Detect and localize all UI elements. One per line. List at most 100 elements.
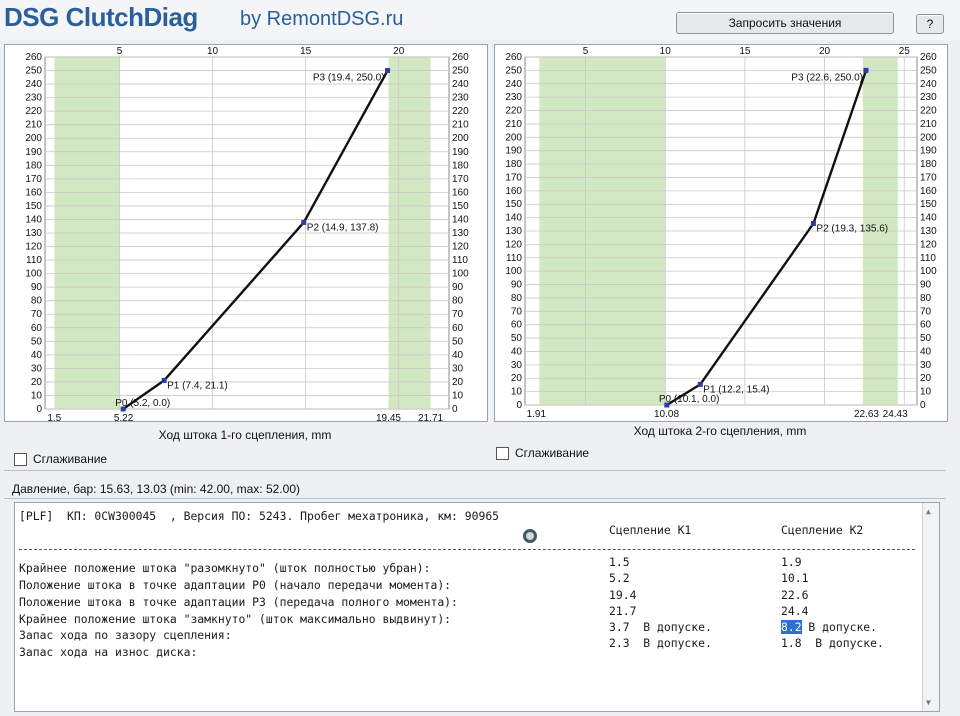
checkbox-box[interactable] [14,452,27,466]
column-header-k1: Сцепление К1 [609,523,692,537]
y-tick-label-right: 230 [452,93,469,104]
y-tick-label-left: 130 [25,228,42,239]
y-tick-label-right: 260 [452,52,469,63]
y-tick-label-left: 230 [25,93,42,104]
report-row-label: Положение штока в точке адаптации P3 (пе… [19,595,458,609]
y-tick-label-left: 240 [505,79,522,90]
y-tick-label-left: 120 [25,242,42,253]
curve-point [863,67,869,73]
y-tick-label-left: 210 [25,120,42,131]
clutch1-chart: 0 0 10 10 20 20 30 30 40 40 50 50 60 60 70 70 80 80 90 90 10… [4,44,488,424]
report-row-k2: 22.6 [781,588,809,602]
scroll-down-arrow-icon[interactable]: ▼ [926,698,931,707]
y-tick-label-right: 230 [920,92,937,103]
report-row-label: Крайнее положение штока "замкнуто" (шток… [19,612,452,626]
y-tick-label-left: 20 [31,377,43,388]
clutch2-x-axis-label: Ход штока 2-го сцепления, mm [633,424,807,438]
divider [4,470,946,471]
y-tick-label-left: 190 [25,147,42,158]
y-tick-label-right: 110 [920,253,936,264]
y-tick-label-left: 50 [31,336,43,347]
y-tick-label-right: 80 [920,293,932,304]
request-values-button[interactable]: Запросить значения [676,12,894,34]
y-tick-label-right: 140 [452,214,469,225]
y-tick-label-right: 60 [920,320,932,331]
y-tick-label-right: 180 [920,159,937,170]
x-marker-label: 22.63 [854,409,879,420]
report-row-k1: 19.4 [609,588,637,602]
app-title: DSG ClutchDiag [4,2,198,32]
curve-point [301,219,307,225]
divider [4,498,946,499]
pressure-status: Давление, бар: 15.63, 13.03 (min: 42.00,… [12,482,300,496]
report-header-line: [PLF] КП: 0CW300045 , Версия ПО: 5243. П… [19,509,500,523]
point-label: P2 (19.3, 135.6) [816,224,888,235]
y-tick-label-left: 100 [505,266,522,277]
x-tick-label: 20 [393,46,405,57]
report-row-k1: 3.7 В допуске. [609,620,712,634]
selected-value[interactable]: 8.2 [781,620,802,634]
scroll-up-arrow-icon[interactable]: ▲ [926,507,931,516]
y-tick-label-right: 40 [452,350,464,361]
smoothing-checkbox-2[interactable]: Сглаживание [496,446,589,460]
report-row-label: Запас хода на износ диска: [19,645,198,659]
y-tick-label-left: 170 [505,172,522,183]
y-tick-label-left: 240 [25,79,42,90]
y-tick-label-left: 80 [31,296,43,307]
y-tick-label-right: 260 [920,52,937,63]
y-tick-label-right: 150 [452,201,469,212]
x-tick-label: 5 [117,46,123,57]
point-label: P3 (19.4, 250.0) [313,73,385,84]
y-tick-label-left: 110 [26,255,42,266]
x-marker-label: 24.43 [883,409,908,420]
y-tick-label-right: 110 [452,255,468,266]
report-row-label: Положение штока в точке адаптации P0 (на… [19,578,452,592]
y-tick-label-left: 30 [31,363,43,374]
y-tick-label-right: 150 [920,199,937,210]
y-tick-label-right: 210 [920,119,937,130]
report-row-k2: 1.8 В допуске. [781,636,884,650]
y-tick-label-right: 70 [452,309,464,320]
report-scrollbar[interactable]: ▲ ▼ [922,503,939,711]
y-tick-label-left: 140 [505,213,522,224]
y-tick-label-right: 90 [920,280,932,291]
point-label: P1 (12.2, 15.4) [703,384,769,395]
y-tick-label-right: 10 [920,387,932,398]
y-tick-label-right: 210 [452,120,469,131]
y-tick-label-left: 50 [511,333,523,344]
y-tick-label-left: 20 [511,373,523,384]
y-tick-label-right: 100 [920,266,937,277]
smoothing-label-2: Сглаживание [515,446,590,460]
x-tick-label: 25 [899,46,911,57]
y-tick-label-right: 50 [452,336,464,347]
checkbox-box[interactable] [496,446,509,460]
y-tick-label-right: 40 [920,346,932,357]
tolerance-note: В допуске. [801,620,878,634]
x-marker-label: 21.71 [418,413,443,421]
app-header: DSG ClutchDiag by RemontDSG.ru Запросить… [0,0,960,40]
y-tick-label-left: 100 [25,269,42,280]
point-label: P3 (22.6, 250.0) [791,72,863,83]
y-tick-label-left: 150 [25,201,42,212]
y-tick-label-right: 80 [452,296,464,307]
help-button[interactable]: ? [916,14,944,34]
y-tick-label-right: 200 [452,133,469,144]
report-dashed-separator [19,549,915,550]
y-tick-label-left: 220 [505,106,522,117]
report-panel[interactable]: [PLF] КП: 0CW300045 , Версия ПО: 5243. П… [14,502,940,712]
x-tick-label: 15 [300,46,312,57]
y-tick-label-left: 160 [25,187,42,198]
y-tick-label-right: 180 [452,160,469,171]
smoothing-checkbox-1[interactable]: Сглаживание [14,452,107,466]
y-tick-label-left: 140 [25,214,42,225]
curve-point [161,377,167,383]
busy-cursor-icon [523,529,537,543]
report-row-k1: 1.5 [609,555,630,569]
x-marker-label: 1.91 [527,409,547,420]
y-tick-label-left: 200 [505,132,522,143]
curve-point [385,68,391,74]
smoothing-label-1: Сглаживание [33,452,108,466]
report-row-label: Крайнее положение штока "разомкнуто" (шт… [19,561,431,575]
y-tick-label-left: 30 [511,360,523,371]
x-tick-label: 5 [583,46,589,57]
